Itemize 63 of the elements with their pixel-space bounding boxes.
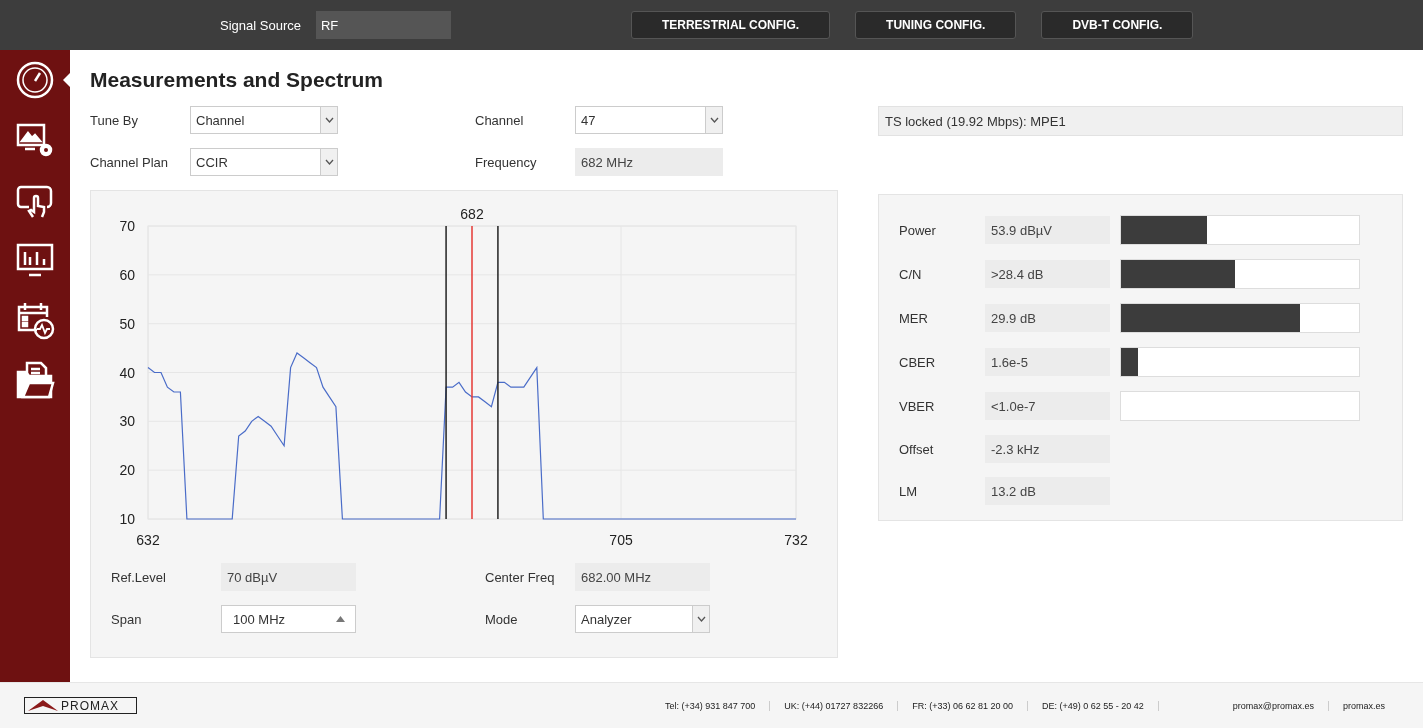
y-axis-label: 70 (119, 218, 135, 234)
measurement-label: VBER (899, 398, 936, 414)
x-axis-label: 705 (609, 532, 633, 548)
field-label: Channel (475, 112, 525, 128)
folder-document-icon (15, 360, 55, 400)
field-label: Tune By (90, 112, 139, 128)
caret-icon (709, 117, 719, 123)
measurement-label: CBER (899, 354, 937, 370)
measurement-value: <1.0e-7 (985, 392, 1110, 420)
y-axis-label: 30 (119, 413, 135, 430)
measurement-value: >28.4 dB (985, 260, 1110, 288)
contact-text: DE: (+49) 0 62 55 - 20 42 (1028, 700, 1159, 711)
footer-link[interactable]: promax.es (1328, 700, 1399, 711)
footer-link[interactable]: promax@promax.es (1218, 700, 1329, 711)
page-title: Measurements and Spectrum (90, 68, 384, 92)
measurement-label: C/N (899, 266, 923, 282)
signal-source-label: Signal Source (220, 17, 301, 33)
measurement-label: MER (899, 310, 929, 326)
mode-dropdown[interactable]: Analyzer (575, 605, 710, 633)
marker-label: 682 (460, 206, 484, 222)
y-axis-label: 60 (119, 266, 135, 283)
field-label: Span (111, 611, 143, 627)
contact-text: FR: (+33) 06 62 81 20 00 (898, 700, 1028, 711)
status-field: TS locked (19.92 Mbps): MPE1 (878, 106, 1403, 136)
measurement-value: 53.9 dBµV (985, 216, 1110, 244)
contact-text: Tel: (+34) 931 847 700 (651, 700, 771, 711)
measurement-value: 29.9 dB (985, 304, 1110, 332)
measurement-label: Offset (899, 441, 935, 457)
calendar-wave-icon (15, 300, 55, 340)
number-dropdown[interactable]: 47 (575, 106, 723, 134)
field-label: Mode (485, 611, 519, 627)
caret-icon (324, 117, 334, 123)
caret-icon (336, 616, 345, 622)
config-button[interactable]: TUNING CONFIG. (855, 11, 1017, 39)
caret-icon (324, 159, 334, 165)
y-axis-label: 40 (119, 364, 135, 381)
promax-logo: PROMAX (24, 697, 137, 714)
ref-level-field: 70 dBµV (221, 563, 356, 591)
measurement-label: Power (899, 222, 937, 238)
x-axis-label: 632 (136, 532, 160, 548)
y-axis-label: 10 (119, 511, 135, 527)
field-label: Channel Plan (90, 154, 170, 170)
frequency-field: 682 MHz (575, 148, 723, 176)
field-label: Center Freq (485, 569, 556, 585)
measurement-label: LM (899, 483, 919, 499)
field-label: Frequency (475, 154, 538, 170)
caret-icon (696, 616, 706, 622)
span-spinner[interactable]: 100 MHz (221, 605, 356, 633)
contact-text: UK: (+44) 01727 832266 (770, 700, 899, 711)
signal-source-field[interactable]: RF (315, 11, 451, 39)
x-axis-label: 732 (784, 532, 808, 548)
tune-by-dropdown[interactable]: Channel (190, 106, 338, 134)
gauge-icon (15, 60, 55, 100)
config-button[interactable]: DVB-T CONFIG. (1041, 11, 1194, 39)
config-button[interactable]: TERRESTRIAL CONFIG. (630, 11, 831, 39)
y-axis-label: 50 (119, 315, 135, 332)
measurement-value: 13.2 dB (985, 477, 1110, 505)
center-freq-field: 682.00 MHz (575, 563, 710, 591)
channel-plan-dropdown[interactable]: CCIR (190, 148, 338, 176)
measurement-value: -2.3 kHz (985, 435, 1110, 463)
measurement-value: 1.6e-5 (985, 348, 1110, 376)
field-label: Ref.Level (111, 569, 167, 585)
y-axis-label: 20 (119, 462, 135, 479)
